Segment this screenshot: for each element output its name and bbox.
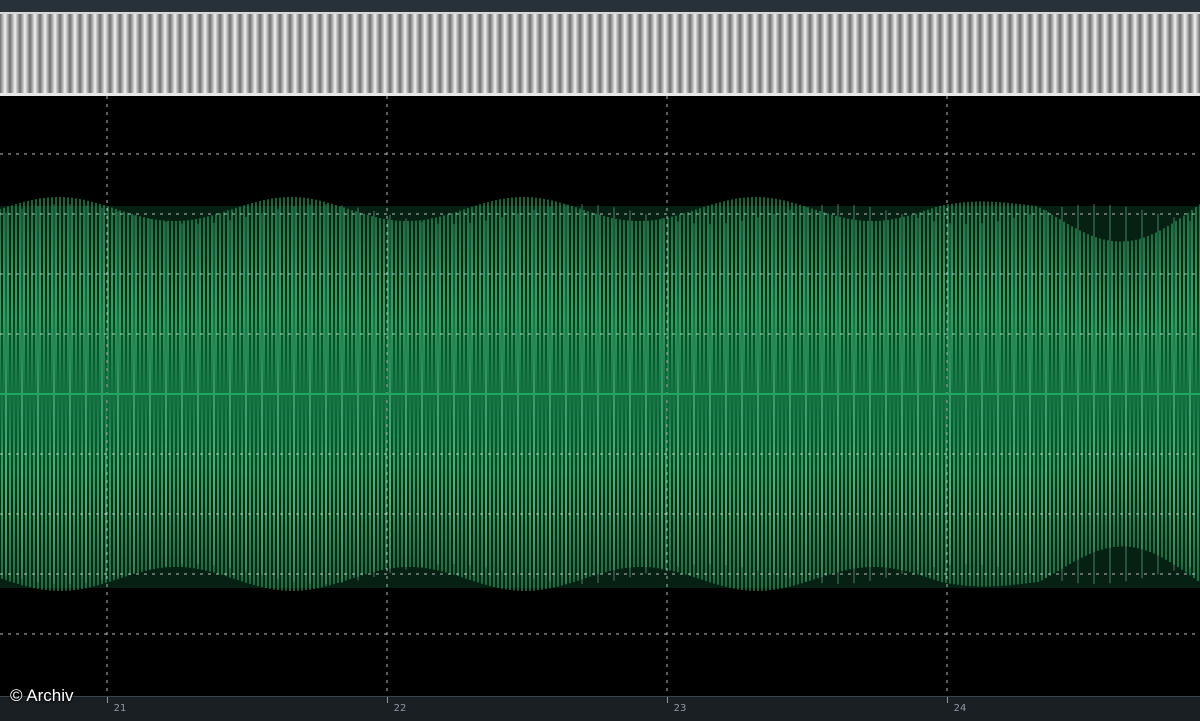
ruler-tick: [667, 697, 668, 703]
ruler-tick: [947, 697, 948, 703]
ruler-label: 21: [113, 703, 127, 714]
oscilloscope-display: [0, 96, 1200, 696]
pulse-train-strip: [0, 12, 1200, 96]
image-credit: © Archiv: [10, 686, 74, 705]
time-ruler: 21 22 23 24: [0, 696, 1200, 721]
ruler-tick: [107, 697, 108, 703]
ruler-label: 23: [673, 703, 687, 714]
ruler-label: 22: [393, 703, 407, 714]
ruler-tick: [387, 697, 388, 703]
window-top-strip: [0, 0, 1200, 12]
ruler-label: 24: [953, 703, 967, 714]
